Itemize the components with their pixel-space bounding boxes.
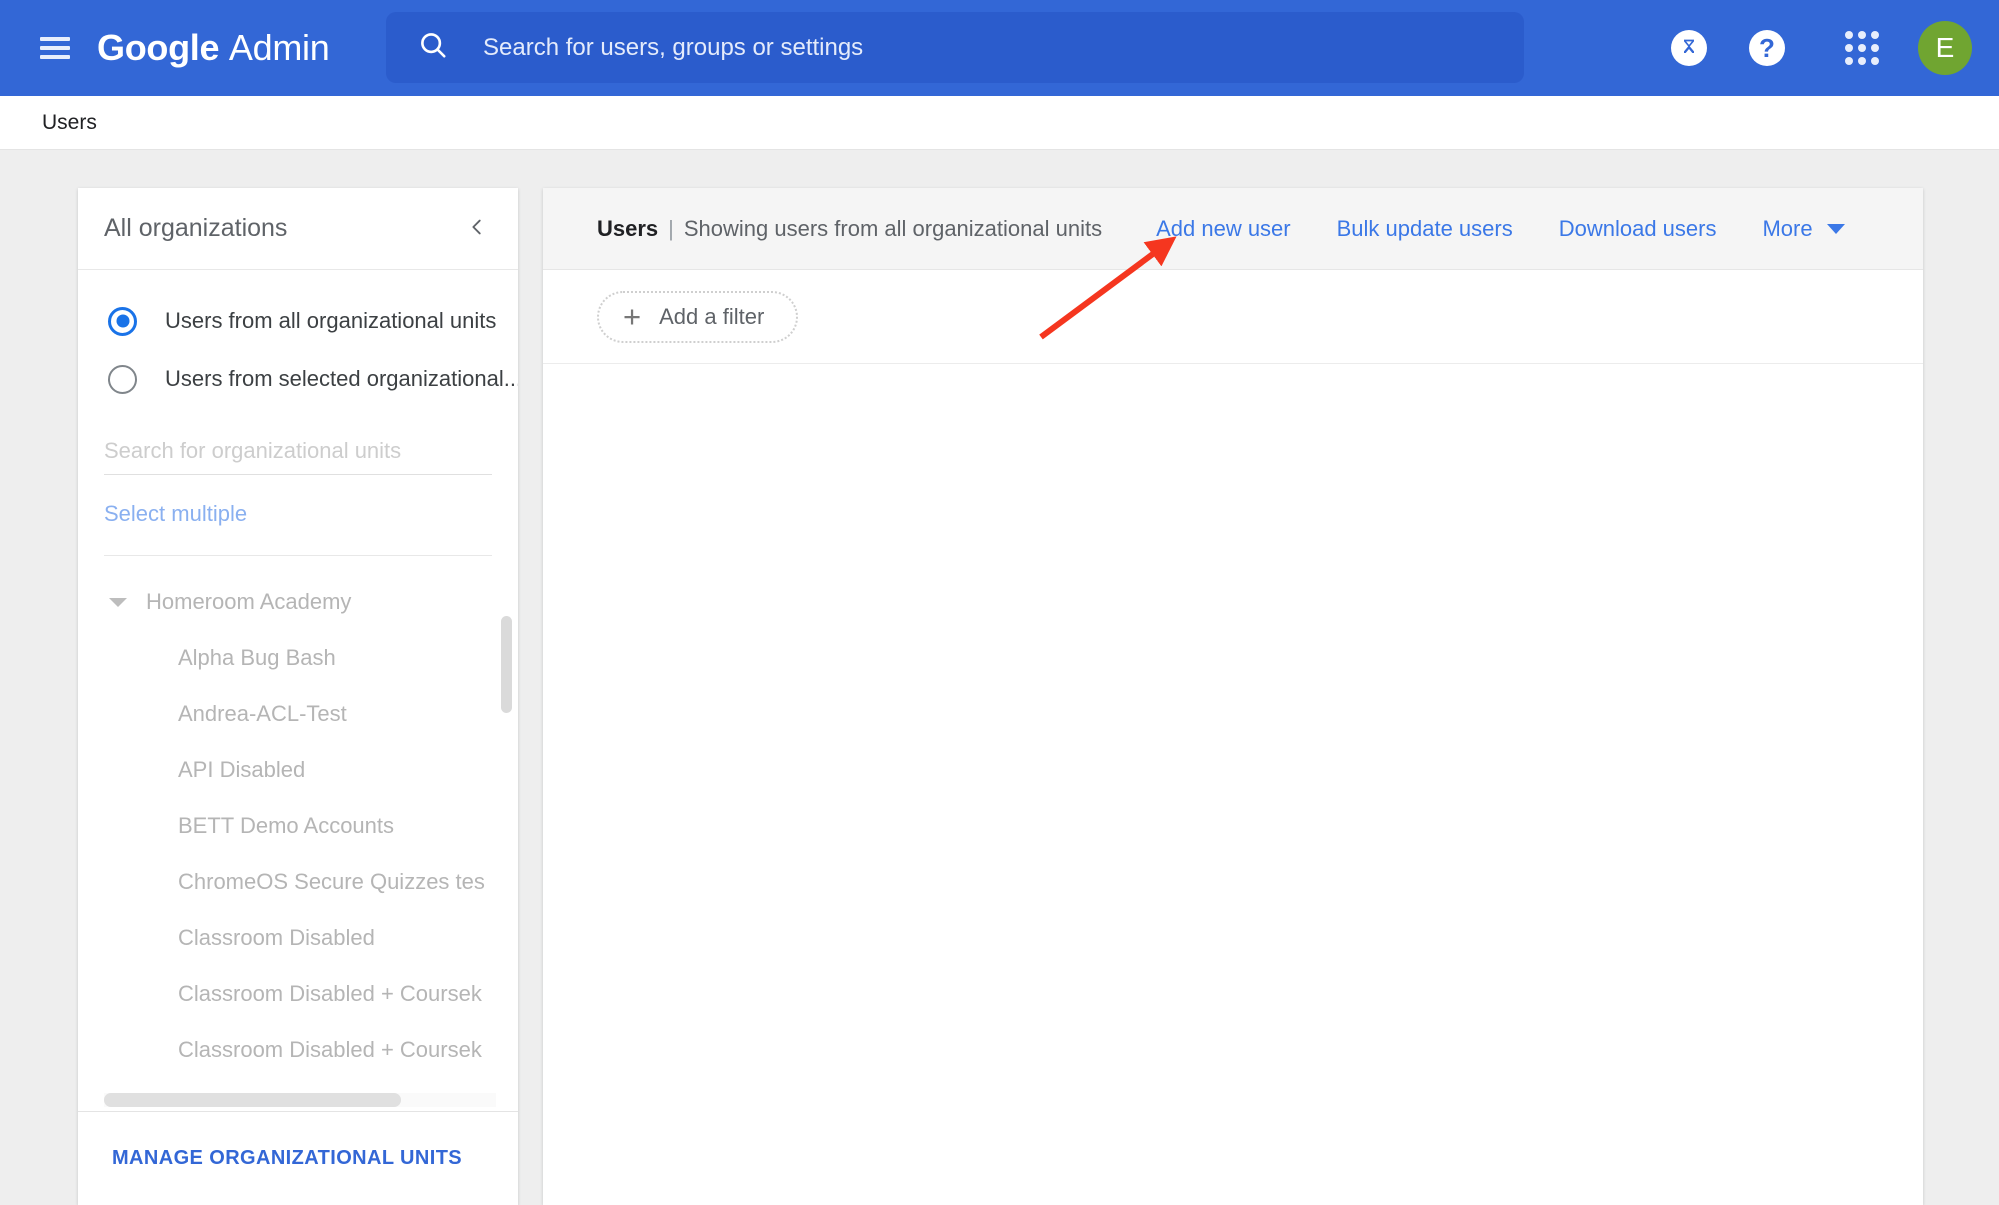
help-icon[interactable]: ?	[1749, 30, 1785, 66]
radio-selected-org-units-indicator[interactable]	[108, 364, 137, 394]
tree-item-label: Classroom Disabled	[178, 925, 375, 950]
global-search-box[interactable]	[386, 12, 1524, 83]
scope-radio-group: Users from all organizational units User…	[78, 270, 518, 408]
apps-grid-slot	[1806, 31, 1918, 65]
radio-all-org-units-indicator[interactable]	[108, 306, 137, 336]
tree-item-alpha-bug-bash[interactable]: Alpha Bug Bash	[78, 630, 518, 686]
add-a-filter-button[interactable]: + Add a filter	[597, 290, 799, 343]
tree-item-label: BETT Demo Accounts	[178, 813, 395, 838]
users-panel-actions: Add new user Bulk update users Download …	[1156, 216, 1845, 242]
download-users-link[interactable]: Download users	[1559, 216, 1717, 242]
app-brand: Google Admin	[97, 27, 330, 68]
org-unit-tree: Homeroom Academy Alpha Bug Bash Andrea-A…	[78, 556, 518, 1111]
bulk-update-users-link[interactable]: Bulk update users	[1337, 216, 1513, 242]
apps-grid-icon[interactable]	[1845, 31, 1879, 65]
manage-organizational-units-button[interactable]: MANAGE ORGANIZATIONAL UNITS	[112, 1147, 462, 1170]
tree-item-classroom-disabled[interactable]: Classroom Disabled	[78, 910, 518, 966]
radio-selected-org-units[interactable]: Users from selected organizational...	[78, 350, 518, 408]
radio-all-org-units[interactable]: Users from all organizational units	[78, 292, 518, 350]
ou-search-input[interactable]	[104, 438, 492, 464]
chevron-left-icon[interactable]	[466, 214, 488, 244]
page-body: All organizations Users from all organiz…	[0, 150, 1999, 1205]
title-separator: |	[668, 215, 674, 241]
organizations-panel: All organizations Users from all organiz…	[78, 188, 518, 1205]
radio-all-org-units-label: Users from all organizational units	[165, 308, 497, 333]
breadcrumb: Users	[0, 96, 1999, 150]
plus-icon: +	[623, 299, 642, 334]
hourglass-icon-slot	[1650, 30, 1728, 66]
chevron-down-icon	[1826, 223, 1845, 234]
tree-item-classroom-disabled-coursekit-2[interactable]: Classroom Disabled + Coursek	[78, 1022, 518, 1078]
add-a-filter-label: Add a filter	[659, 303, 765, 329]
ou-search-field[interactable]	[104, 438, 492, 475]
hourglass-icon[interactable]	[1671, 30, 1707, 66]
tree-item-chromeos-secure-quizzes[interactable]: ChromeOS Secure Quizzes tes	[78, 854, 518, 910]
more-dropdown[interactable]: More	[1762, 215, 1845, 242]
organizations-panel-header: All organizations	[78, 188, 518, 270]
tree-vertical-scrollbar-thumb[interactable]	[501, 616, 512, 713]
select-multiple-link[interactable]: Select multiple	[104, 501, 492, 556]
more-dropdown-label: More	[1762, 215, 1813, 241]
tree-item-api-disabled[interactable]: API Disabled	[78, 742, 518, 798]
tree-item-label: Alpha Bug Bash	[178, 645, 336, 670]
tree-horizontal-scrollbar[interactable]	[78, 1087, 518, 1111]
help-icon-slot: ?	[1728, 30, 1806, 66]
tree-item-classroom-disabled-coursekit-1[interactable]: Classroom Disabled + Coursek	[78, 966, 518, 1022]
add-new-user-link[interactable]: Add new user	[1156, 216, 1291, 242]
search-input[interactable]	[483, 27, 1463, 68]
caret-down-icon[interactable]	[104, 597, 132, 607]
users-panel: Users | Showing users from all organizat…	[543, 188, 1923, 1205]
tree-item-label: Homeroom Academy	[146, 589, 352, 614]
page-subtitle: Showing users from all organizational un…	[683, 215, 1103, 241]
brand-google-text: Google	[97, 27, 220, 68]
users-panel-header: Users | Showing users from all organizat…	[543, 188, 1923, 270]
organizations-title: All organizations	[104, 214, 288, 242]
tree-item-label: API Disabled	[178, 757, 306, 782]
hamburger-menu-icon[interactable]	[40, 37, 70, 59]
tree-horizontal-scrollbar-thumb[interactable]	[104, 1093, 401, 1107]
tree-item-label: Classroom Disabled + Coursek	[178, 1037, 482, 1062]
breadcrumb-item-users[interactable]: Users	[42, 111, 97, 135]
tree-item-label: Andrea-ACL-Test	[178, 701, 347, 726]
tree-vertical-scrollbar[interactable]	[501, 594, 512, 1084]
brand-admin-text: Admin	[228, 27, 330, 68]
top-app-bar: Google Admin ? E	[0, 0, 1999, 96]
tree-item-andrea-acl-test[interactable]: Andrea-ACL-Test	[78, 686, 518, 742]
tree-item-homeroom-academy[interactable]: Homeroom Academy	[78, 574, 518, 630]
tree-item-label: Classroom Disabled + Coursek	[178, 981, 482, 1006]
tree-item-label: ChromeOS Secure Quizzes tes	[178, 869, 485, 894]
avatar[interactable]: E	[1918, 21, 1972, 75]
search-icon	[418, 30, 448, 65]
radio-selected-org-units-label: Users from selected organizational...	[165, 366, 518, 391]
tree-item-bett-demo-accounts[interactable]: BETT Demo Accounts	[78, 798, 518, 854]
page-title: Users	[597, 215, 659, 241]
top-bar-icons: ? E	[1650, 0, 1999, 96]
organizations-panel-footer: MANAGE ORGANIZATIONAL UNITS	[78, 1111, 518, 1205]
filter-bar: + Add a filter	[543, 270, 1923, 364]
